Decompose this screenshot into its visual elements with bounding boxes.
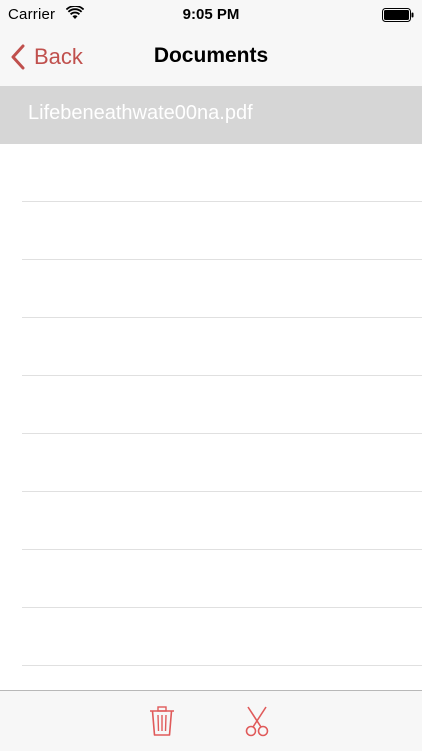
bottom-toolbar	[0, 690, 422, 751]
document-row[interactable]	[22, 434, 422, 492]
document-row[interactable]	[22, 550, 422, 608]
document-row[interactable]	[22, 608, 422, 666]
status-bar: Carrier 9:05 PM	[0, 0, 422, 30]
status-time: 9:05 PM	[182, 6, 240, 23]
document-row[interactable]	[22, 260, 422, 318]
cut-button[interactable]	[242, 705, 272, 737]
document-row[interactable]	[22, 318, 422, 376]
document-row[interactable]	[22, 376, 422, 434]
document-row[interactable]	[22, 202, 422, 260]
document-row[interactable]: Lifebeneathwate00na.pdf	[0, 86, 422, 144]
delete-button[interactable]	[147, 705, 177, 737]
document-row[interactable]	[22, 666, 422, 690]
battery-icon	[382, 8, 414, 22]
navigation-bar: Back Documents	[0, 30, 422, 87]
document-list: Lifebeneathwate00na.pdf	[0, 86, 422, 690]
document-row[interactable]	[22, 144, 422, 202]
document-row[interactable]	[22, 492, 422, 550]
page-title: Documents	[153, 44, 269, 67]
document-name: Lifebeneathwate00na.pdf	[28, 102, 253, 124]
scissors-icon	[245, 706, 269, 737]
trash-icon	[150, 706, 174, 736]
